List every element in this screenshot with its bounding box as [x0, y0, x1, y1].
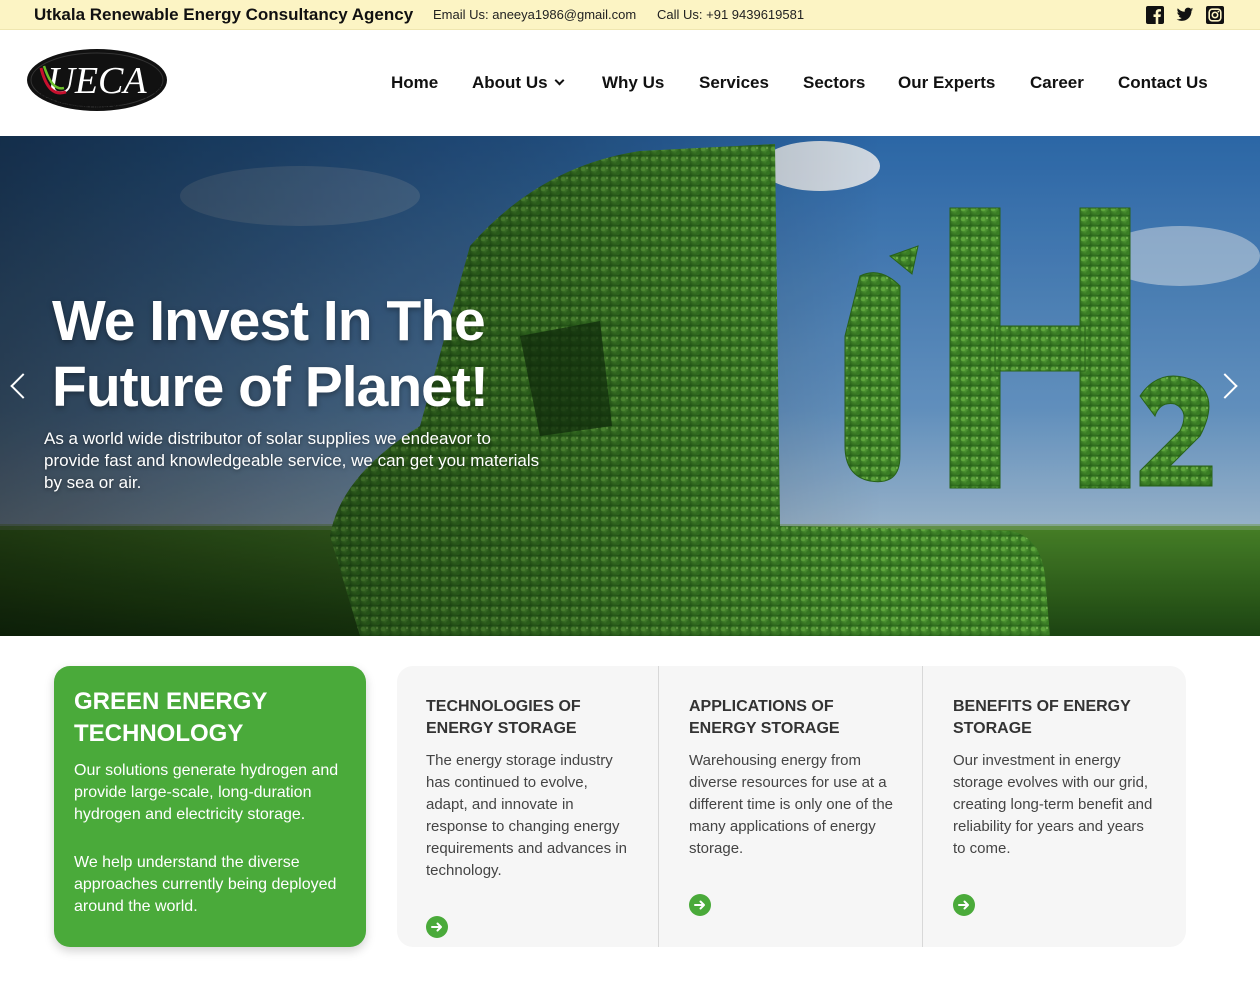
card-text: Our investment in energy storage evolves… — [953, 752, 1153, 857]
instagram-icon[interactable] — [1206, 6, 1224, 24]
card-title: BENEFITS OF ENERGY STORAGE — [953, 698, 1131, 737]
card-benefits: BENEFITS OF ENERGY STORAGE Our investmen… — [953, 666, 1158, 947]
green-card-para1: Our solutions generate hydrogen and prov… — [74, 762, 339, 823]
email-link[interactable]: Email Us: aneeya1986@gmail.com — [433, 7, 636, 22]
nav-about-us[interactable]: About Us — [472, 73, 564, 93]
nav-home[interactable]: Home — [391, 73, 438, 93]
chevron-down-icon — [554, 75, 564, 86]
slider-next-arrow[interactable] — [1212, 372, 1244, 402]
top-bar: Utkala Renewable Energy Consultancy Agen… — [0, 0, 1260, 30]
ueca-logo[interactable]: UECA Utkala Renewable Energy Consultancy… — [24, 48, 174, 120]
card-title: TECHNOLOGIES OF ENERGY STORAGE — [426, 698, 581, 737]
site-header: UECA Utkala Renewable Energy Consultancy… — [0, 31, 1260, 136]
nav-about-us-label: About Us — [472, 73, 548, 92]
card-benefits-arrow-button[interactable] — [953, 894, 975, 916]
card-text: Warehousing energy from diverse resource… — [689, 752, 894, 857]
phone-link[interactable]: Call Us: +91 9439619581 — [657, 7, 804, 22]
green-card-title-line2: TECHNOLOGY — [74, 720, 244, 747]
green-card-title-line1: GREEN ENERGY — [74, 688, 268, 715]
card-divider — [922, 666, 923, 947]
facebook-icon[interactable] — [1146, 6, 1164, 24]
nav-sectors[interactable]: Sectors — [803, 73, 865, 93]
nav-contact-us[interactable]: Contact Us — [1118, 73, 1208, 93]
card-divider — [658, 666, 659, 947]
hero-title-line1: We Invest In The — [52, 289, 486, 353]
hero-title: We Invest In The Future of Planet! — [52, 288, 572, 420]
card-technologies-arrow-button[interactable] — [426, 916, 448, 938]
arrow-right-icon — [958, 900, 969, 910]
green-card-title: GREEN ENERGY TECHNOLOGY — [74, 686, 346, 750]
card-applications: APPLICATIONS OF ENERGY STORAGE Warehousi… — [689, 666, 894, 947]
logo-text: UECA — [47, 60, 147, 102]
twitter-icon[interactable] — [1176, 6, 1194, 24]
nav-why-us[interactable]: Why Us — [602, 73, 664, 93]
card-technologies: TECHNOLOGIES OF ENERGY STORAGE The energ… — [426, 666, 631, 947]
brand-name: Utkala Renewable Energy Consultancy Agen… — [34, 5, 414, 24]
hero-slider: H2 We Invest In The Future of Planet! As… — [0, 136, 1260, 636]
hero-title-line2: Future of Planet! — [52, 355, 489, 419]
info-cards: TECHNOLOGIES OF ENERGY STORAGE The energ… — [397, 666, 1186, 947]
arrow-right-icon — [694, 900, 705, 910]
card-title: APPLICATIONS OF ENERGY STORAGE — [689, 698, 840, 737]
green-card-para2: We help understand the diverse approache… — [74, 854, 337, 915]
nav-services[interactable]: Services — [699, 73, 769, 93]
arrow-right-icon — [431, 922, 442, 932]
nav-career[interactable]: Career — [1030, 73, 1084, 93]
hero-subtitle: As a world wide distributor of solar sup… — [44, 429, 540, 492]
green-energy-card: GREEN ENERGY TECHNOLOGY Our solutions ge… — [54, 666, 366, 947]
nav-our-experts[interactable]: Our Experts — [898, 73, 995, 93]
slider-prev-arrow[interactable] — [6, 372, 36, 402]
card-applications-arrow-button[interactable] — [689, 894, 711, 916]
card-text: The energy storage industry has continue… — [426, 752, 627, 879]
